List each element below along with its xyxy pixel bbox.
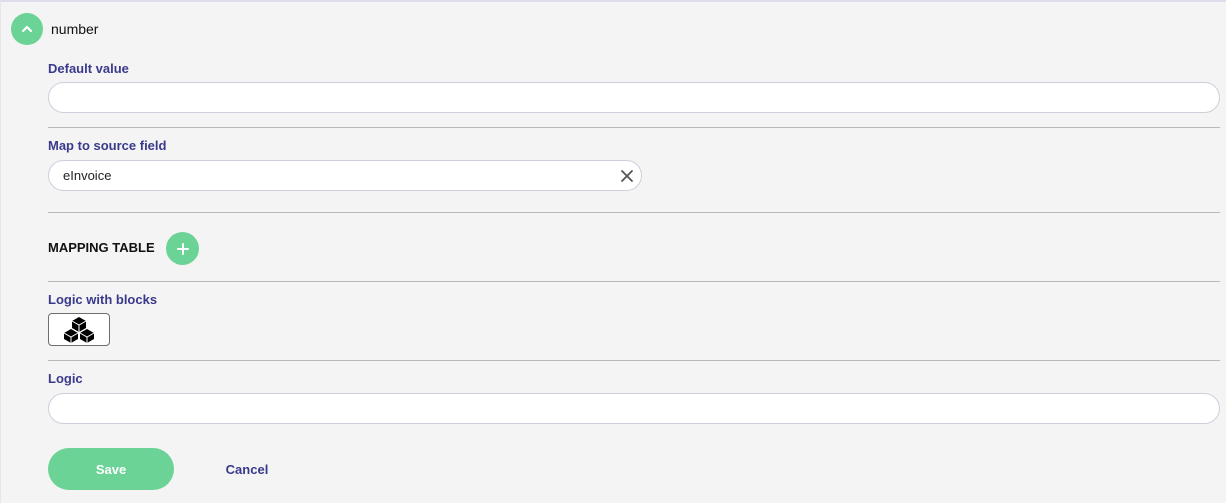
- divider: [48, 360, 1220, 361]
- logic-blocks-button[interactable]: [48, 313, 110, 346]
- field-name: number: [51, 21, 99, 37]
- chevron-up-icon: [21, 25, 33, 33]
- close-icon: [621, 170, 633, 182]
- field-settings-panel: number Default value Map to source field…: [0, 0, 1226, 503]
- map-source-input[interactable]: [48, 160, 642, 191]
- map-source-label: Map to source field: [48, 138, 167, 153]
- clear-source-button[interactable]: [615, 164, 639, 188]
- divider: [48, 212, 1220, 213]
- cancel-button[interactable]: Cancel: [211, 448, 283, 490]
- plus-icon: [176, 242, 189, 255]
- cubes-icon: [63, 316, 95, 343]
- default-value-label: Default value: [48, 61, 129, 76]
- logic-label: Logic: [48, 371, 83, 386]
- collapse-button[interactable]: [11, 13, 43, 45]
- divider: [48, 281, 1220, 282]
- default-value-input[interactable]: [48, 82, 1220, 113]
- mapping-table-title: MAPPING TABLE: [48, 240, 155, 255]
- add-mapping-button[interactable]: [166, 232, 199, 265]
- save-button[interactable]: Save: [48, 448, 174, 490]
- divider: [48, 127, 1220, 128]
- logic-blocks-label: Logic with blocks: [48, 292, 158, 307]
- logic-input[interactable]: [48, 393, 1220, 424]
